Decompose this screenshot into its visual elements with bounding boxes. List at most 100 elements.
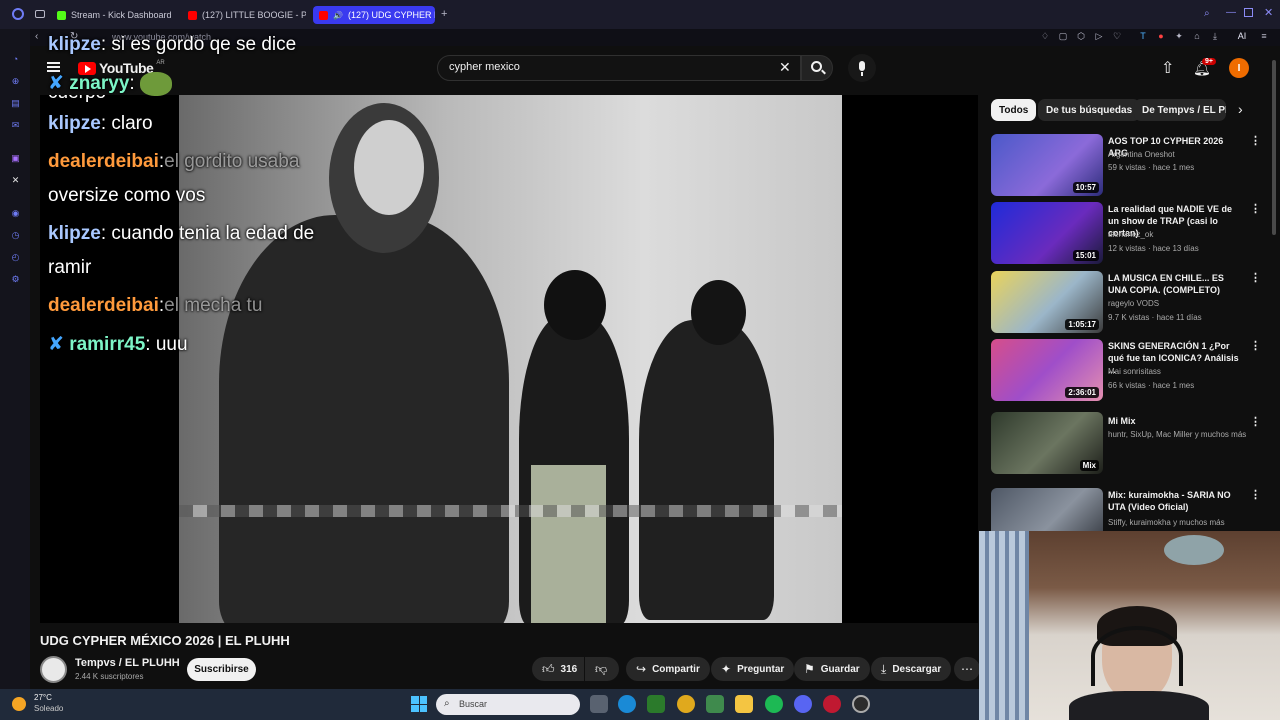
search-tabs-icon[interactable]: ⌕ [1204,8,1210,19]
tab-switcher-icon[interactable] [35,10,45,18]
chevron-right-icon[interactable]: › [1238,101,1243,117]
recommendation-item[interactable]: Mix: kuraimokha - SARIA NO UTA (Video Of… [991,488,1271,532]
edge-icon[interactable] [618,695,636,713]
pin-icon[interactable]: ⌂ [1192,31,1202,41]
weather-temp[interactable]: 27°C [34,693,52,702]
recommendation-item[interactable]: Mix Mi Mix huntr, SixUp, Mac Miller y mu… [991,412,1271,476]
channel-avatar[interactable] [40,656,67,683]
menu-icon[interactable]: ≡ [1259,31,1269,41]
video-player[interactable]: cuerpo [40,95,978,623]
recommendation-item[interactable]: 10:57 AOS TOP 10 CYPHER 2026 ARG Argenti… [991,134,1271,198]
tab-kick-dashboard[interactable]: Stream - Kick Dashboard [57,6,175,24]
dislike-button[interactable]: 👎︎ [585,657,619,681]
recommendation-channel: alenunez_ok [1108,230,1154,239]
extension-translate-icon[interactable]: T [1138,31,1148,41]
search-query: cypher mexico [449,61,520,73]
player-icon[interactable]: ◉ [10,208,21,219]
minimize-button[interactable]: — [1226,7,1236,18]
more-options-icon[interactable]: ⋮ [1250,488,1261,501]
share-button[interactable]: ↪ Compartir [626,657,710,681]
search-button[interactable] [801,55,833,81]
duration-badge: 2:36:01 [1065,387,1099,398]
scrollbar[interactable] [1272,60,1276,235]
shopping-icon[interactable]: ⊕ [10,76,21,87]
task-view-icon[interactable] [590,695,608,713]
obs-icon[interactable] [852,695,870,713]
spotify-icon[interactable] [765,695,783,713]
recommendation-item[interactable]: 1:05:17 LA MUSICA EN CHILE... ES UNA COP… [991,271,1271,335]
chip-de-tus-busquedas[interactable]: De tus búsquedas [1038,99,1141,121]
maximize-button[interactable] [1244,8,1253,17]
curtain [979,531,1029,720]
x-icon[interactable]: ✕ [10,175,21,186]
back-icon[interactable]: ‹ [35,31,38,42]
tab-label: (127) LITTLE BOOGIE - PU [202,10,306,20]
recommendation-title: LA MUSICA EN CHILE... ES UNA COPIA. (COM… [1108,273,1224,295]
like-button[interactable]: 👍︎ 316 [532,657,584,681]
cube-icon[interactable]: ⬡ [1076,31,1086,41]
app-icon[interactable] [706,695,724,713]
channel-name[interactable]: Tempvs / EL PLUHH [75,657,180,669]
extension-record-icon[interactable]: ● [1156,31,1166,41]
recommendation-item[interactable]: 15:01 La realidad que NADIE VE de un sho… [991,202,1271,266]
close-window-button[interactable]: ✕ [1264,6,1273,19]
file-explorer-icon[interactable] [735,695,753,713]
chat-username: znaryy [69,73,130,95]
tab-udg-cypher[interactable]: 🔊 (127) UDG CYPHER MÉ [313,6,435,24]
recommendation-item[interactable]: 2:36:01 SKINS GENERACIÓN 1 ¿Por qué fue … [991,339,1271,403]
chip-de-tempvs[interactable]: De Tempvs / EL PLU [1134,99,1226,121]
extensions-icon[interactable]: ✦ [1174,31,1184,41]
taskbar-search[interactable]: ⌕ Buscar [436,694,580,715]
chrome-icon[interactable] [677,695,695,713]
upload-icon[interactable]: ⇧ [1161,58,1174,78]
history-icon[interactable]: ◷ [10,230,21,241]
video-thumbnail: Mix [991,412,1103,474]
emote-icon [139,72,172,96]
chat-text: el gordito usaba [164,151,300,172]
chat-username: dealerdeibai [48,295,159,316]
video-thumbnail: 1:05:17 [991,271,1103,333]
webcam-overlay [979,531,1280,720]
subscribe-button[interactable]: Suscribirse [187,658,256,681]
heart-icon[interactable]: ♡ [1112,31,1122,41]
tab-little-boogie[interactable]: (127) LITTLE BOOGIE - PU [188,6,306,24]
more-actions-button[interactable]: ⋯ [954,657,980,681]
twitch-icon[interactable]: ▣ [10,153,21,164]
more-options-icon[interactable]: ⋮ [1250,271,1261,284]
chat-line: ✘ znaryy: [48,72,172,96]
new-tab-button[interactable]: + [441,8,447,20]
chat-username: klipze [48,223,101,244]
video-thumbnail: 2:36:01 [991,339,1103,401]
messenger-icon[interactable]: ◔ [10,54,21,65]
mail-icon[interactable]: ✉ [10,120,21,131]
windows-start-icon[interactable] [411,696,427,712]
clear-search-icon[interactable]: ✕ [779,59,791,76]
save-button[interactable]: ⚑ Guardar [794,657,870,681]
more-icon: ⋯ [961,662,973,676]
duration-badge: 1:05:17 [1065,319,1099,330]
settings-icon[interactable]: ⚙ [10,274,21,285]
hamburger-menu-icon[interactable] [47,62,60,72]
more-options-icon[interactable]: ⋮ [1250,415,1261,428]
ask-button[interactable]: ✦ Preguntar [711,657,795,681]
account-avatar[interactable]: I [1229,58,1249,78]
play-icon[interactable]: ▷ [1094,31,1104,41]
more-options-icon[interactable]: ⋮ [1250,134,1261,147]
download-icon[interactable]: ⤓ [1210,31,1220,41]
aria-ai-button[interactable]: AI [1232,31,1252,41]
opera-icon[interactable] [823,695,841,713]
cards-icon[interactable]: ▤ [10,98,21,109]
browser-logo-icon[interactable] [12,8,24,20]
discord-icon[interactable] [794,695,812,713]
xbox-icon[interactable] [647,695,665,713]
timer-icon[interactable]: ◴ [10,252,21,263]
download-button[interactable]: ⤓ Descargar [871,657,952,681]
voice-search-button[interactable] [848,54,876,82]
tab-label: Stream - Kick Dashboard [71,10,172,20]
more-options-icon[interactable]: ⋮ [1250,202,1261,215]
bookmark-icon[interactable]: ♢ [1040,31,1050,41]
screenshot-icon[interactable]: ▢ [1058,31,1068,41]
more-options-icon[interactable]: ⋮ [1250,339,1261,352]
search-icon: ⌕ [444,698,450,709]
chip-todos[interactable]: Todos [991,99,1037,121]
